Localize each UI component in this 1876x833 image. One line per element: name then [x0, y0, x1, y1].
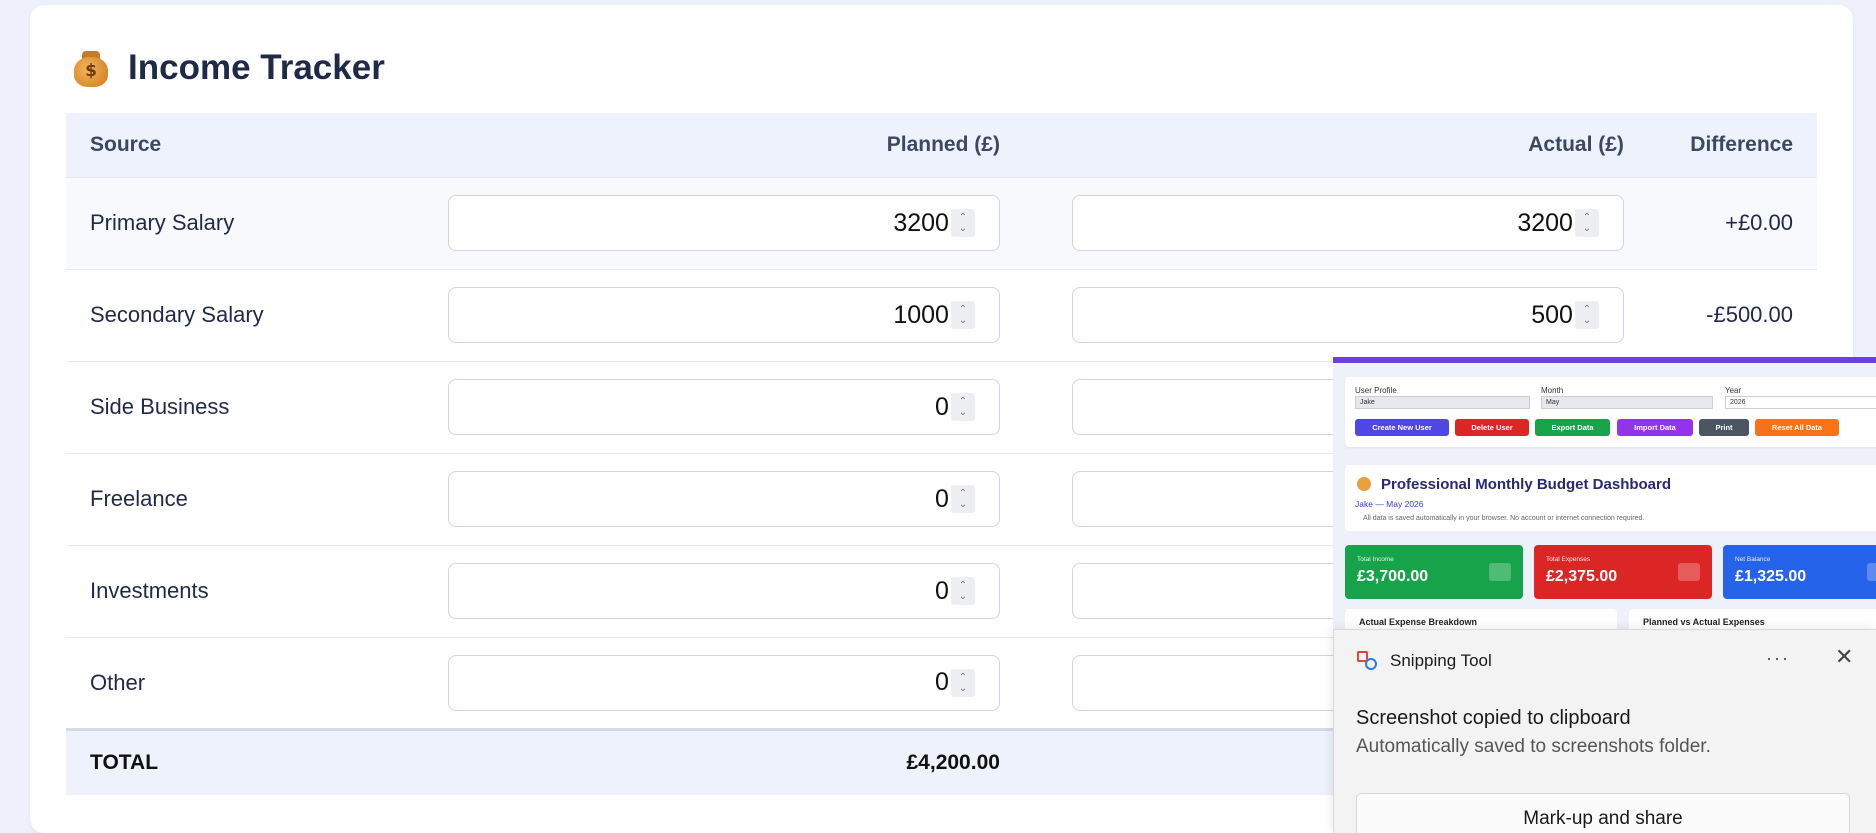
row-source-label: Secondary Salary: [66, 268, 376, 361]
preview-user-label: User Profile: [1355, 386, 1397, 395]
row-source-label: Freelance: [66, 452, 376, 545]
close-icon[interactable]: ✕: [1835, 644, 1853, 670]
row-source-label: Primary Salary: [66, 176, 376, 269]
page-title: Income Tracker: [128, 48, 385, 87]
preview-income-card: Total Income £3,700.00: [1345, 545, 1523, 599]
preview-expense-card: Total Expenses £2,375.00: [1534, 545, 1712, 599]
preview-controls: User Profile Jake Month May Year 2026 Cr…: [1345, 377, 1876, 447]
preview-balance-card: Net Balance £1,325.00: [1723, 545, 1876, 599]
preview-import-button: Import Data: [1617, 419, 1693, 436]
difference-value: -£500.00: [1623, 268, 1817, 361]
preview-planned-actual-panel: Planned vs Actual Expenses: [1629, 609, 1876, 629]
planned-input[interactable]: 0 ⌃ ⌄: [447, 654, 1000, 711]
spinner-icon[interactable]: ⌃ ⌄: [1574, 301, 1599, 329]
markup-share-button[interactable]: Mark-up and share: [1356, 793, 1850, 833]
money-bag-icon: $: [72, 48, 110, 88]
card-icon: [1678, 563, 1700, 581]
preview-reset-button: Reset All Data: [1755, 419, 1839, 436]
preview-print-button: Print: [1699, 419, 1749, 436]
preview-dashboard-header: Professional Monthly Budget Dashboard Ja…: [1345, 465, 1876, 531]
table-header-row: Source Planned (£) Actual (£) Difference: [66, 113, 1817, 177]
planned-input[interactable]: 0 ⌃ ⌄: [447, 563, 1000, 619]
preview-create-user-button: Create New User: [1355, 419, 1449, 436]
spinner-icon[interactable]: ⌃ ⌄: [950, 301, 975, 329]
planned-input[interactable]: 3200 ⌃ ⌄: [447, 195, 1000, 251]
header-planned: Planned (£): [375, 113, 1000, 177]
spinner-icon[interactable]: ⌃ ⌄: [950, 485, 975, 513]
spinner-icon[interactable]: ⌃ ⌄: [950, 393, 975, 421]
planned-input[interactable]: 1000 ⌃ ⌄: [447, 287, 1000, 343]
chart-icon: [1489, 563, 1511, 581]
row-source-label: Investments: [66, 544, 376, 637]
page-header: $ Income Tracker: [72, 44, 385, 92]
header-source: Source: [66, 113, 376, 177]
header-actual: Actual (£): [999, 113, 1624, 177]
preview-year-input: 2026: [1725, 396, 1876, 409]
preview-year-label: Year: [1725, 386, 1742, 395]
preview-user-select: Jake: [1355, 396, 1530, 409]
row-source-label: Side Business: [66, 360, 376, 453]
preview-dashboard-subtitle: Jake — May 2026: [1355, 499, 1424, 509]
spinner-icon[interactable]: ⌃ ⌄: [950, 577, 975, 605]
toast-app-name: Snipping Tool: [1390, 651, 1492, 670]
total-planned: £4,200.00: [375, 727, 1000, 795]
table-row: Primary Salary 3200 ⌃ ⌄ 3200 ⌃ ⌄ +£0.00: [66, 176, 1817, 269]
total-label: TOTAL: [66, 727, 376, 795]
planned-input[interactable]: 0 ⌃ ⌄: [447, 379, 1000, 435]
header-difference: Difference: [1623, 113, 1817, 177]
toast-subtext: Automatically saved to screenshots folde…: [1356, 736, 1711, 757]
actual-input[interactable]: 500 ⌃ ⌄: [1071, 287, 1624, 343]
spinner-icon[interactable]: ⌃ ⌄: [1574, 209, 1599, 237]
preview-month-select: May: [1541, 396, 1713, 409]
preview-dashboard-note: All data is saved automatically in your …: [1363, 515, 1645, 522]
preview-export-button: Export Data: [1535, 419, 1610, 436]
preview-dashboard-title: Professional Monthly Budget Dashboard: [1381, 476, 1672, 493]
actual-input[interactable]: 3200 ⌃ ⌄: [1071, 195, 1624, 251]
table-row: Secondary Salary 1000 ⌃ ⌄ 500 ⌃ ⌄ -£500.00: [66, 268, 1817, 361]
row-source-label: Other: [66, 636, 376, 729]
preview-expense-breakdown-panel: Actual Expense Breakdown: [1345, 609, 1617, 629]
preview-delete-user-button: Delete User: [1455, 419, 1529, 436]
snipping-tool-notification: Snipping Tool ··· ✕ Screenshot copied to…: [1333, 629, 1876, 833]
toast-app-header: Snipping Tool: [1356, 650, 1492, 672]
money-bag-icon: [1357, 477, 1371, 491]
preview-month-label: Month: [1541, 386, 1564, 395]
spinner-icon[interactable]: ⌃ ⌄: [950, 209, 975, 237]
difference-value: +£0.00: [1623, 176, 1817, 269]
balance-icon: [1867, 563, 1876, 581]
planned-input[interactable]: 0 ⌃ ⌄: [447, 471, 1000, 527]
toast-heading: Screenshot copied to clipboard: [1356, 707, 1631, 729]
snipping-tool-icon: [1356, 650, 1378, 672]
more-options-icon[interactable]: ···: [1766, 648, 1790, 669]
spinner-icon[interactable]: ⌃ ⌄: [950, 668, 975, 697]
screenshot-preview[interactable]: User Profile Jake Month May Year 2026 Cr…: [1333, 357, 1876, 629]
